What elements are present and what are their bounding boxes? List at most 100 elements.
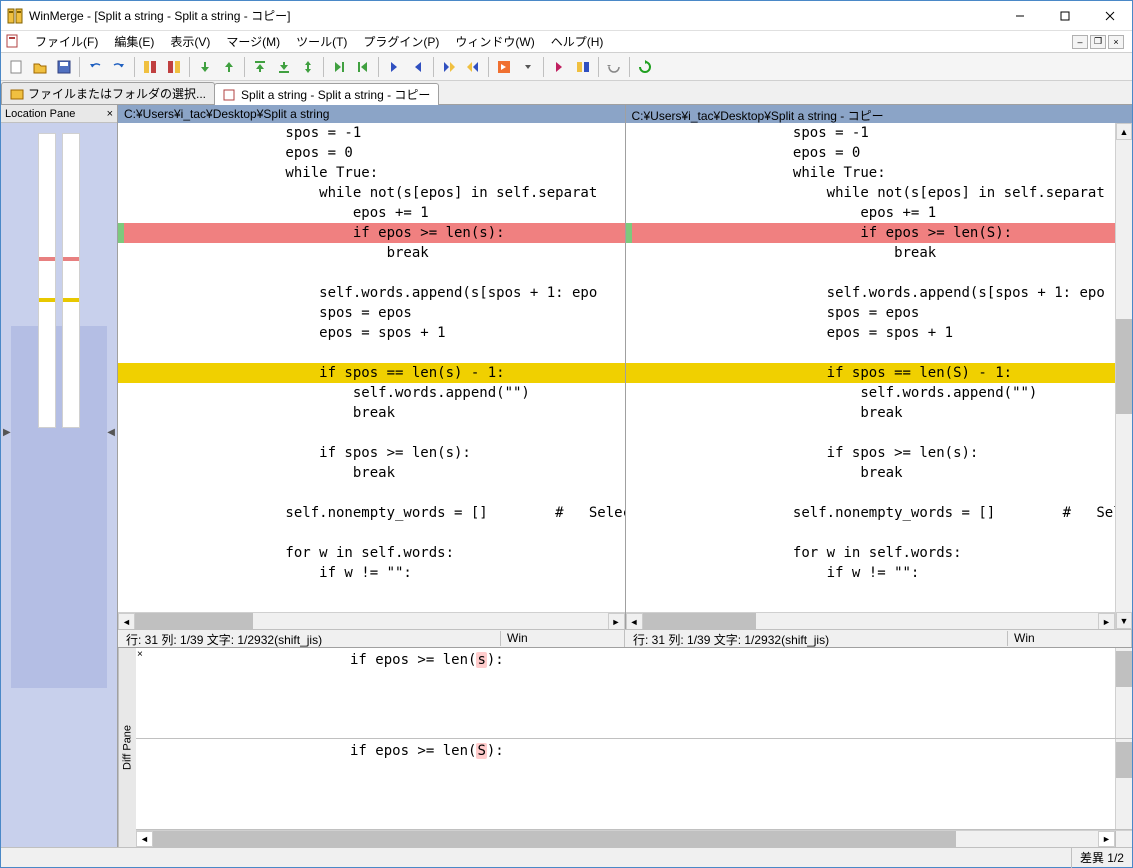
- redo-icon[interactable]: [108, 56, 130, 78]
- code-line[interactable]: if w != "":: [626, 563, 1116, 583]
- prev-diff-icon[interactable]: [218, 56, 240, 78]
- code-line[interactable]: [626, 483, 1116, 503]
- scroll-left-icon[interactable]: ◄: [626, 613, 643, 629]
- mdi-restore-button[interactable]: ❐: [1090, 35, 1106, 49]
- code-line[interactable]: epos += 1: [118, 203, 625, 223]
- menu-file[interactable]: ファイル(F): [27, 31, 106, 52]
- hscroll-thumb[interactable]: [135, 613, 253, 629]
- left-hscroll[interactable]: ◄ ►: [118, 612, 625, 629]
- all-right-icon[interactable]: [493, 56, 515, 78]
- auto-merge-icon[interactable]: [548, 56, 570, 78]
- new-icon[interactable]: [5, 56, 27, 78]
- code-line[interactable]: [626, 523, 1116, 543]
- code-line[interactable]: if epos >= len(S):: [626, 223, 1116, 243]
- right-vscroll[interactable]: ▲ ▼: [1115, 123, 1132, 629]
- hscroll-thumb[interactable]: [643, 613, 757, 629]
- code-line[interactable]: break: [626, 463, 1116, 483]
- left-pane-header[interactable]: C:¥Users¥i_tac¥Desktop¥Split a string: [118, 105, 625, 123]
- code-line[interactable]: epos = spos + 1: [626, 323, 1116, 343]
- open-icon[interactable]: [29, 56, 51, 78]
- save-icon[interactable]: [53, 56, 75, 78]
- code-line[interactable]: break: [626, 243, 1116, 263]
- code-line[interactable]: while not(s[epos] in self.separat: [118, 183, 625, 203]
- right-pane-header[interactable]: C:¥Users¥i_tac¥Desktop¥Split a string - …: [626, 105, 1133, 123]
- code-line[interactable]: spos = epos: [626, 303, 1116, 323]
- code-line[interactable]: while not(s[epos] in self.separat: [626, 183, 1116, 203]
- code-line[interactable]: break: [626, 403, 1116, 423]
- auto-merge2-icon[interactable]: [572, 56, 594, 78]
- diff-vscroll[interactable]: [1115, 739, 1132, 829]
- code-line[interactable]: if spos == len(s) - 1:: [118, 363, 625, 383]
- mdi-minimize-button[interactable]: –: [1072, 35, 1088, 49]
- mdi-close-button[interactable]: ×: [1108, 35, 1124, 49]
- refresh-icon[interactable]: [634, 56, 656, 78]
- tab-file-select[interactable]: ファイルまたはフォルダの選択...: [1, 82, 215, 104]
- diff-prev-icon[interactable]: [139, 56, 161, 78]
- code-line[interactable]: [626, 343, 1116, 363]
- code-line[interactable]: if w != "":: [118, 563, 625, 583]
- code-line[interactable]: spos = -1: [118, 123, 625, 143]
- code-line[interactable]: [118, 523, 625, 543]
- right-code-area[interactable]: spos = -1 epos = 0 while True: while not…: [626, 123, 1116, 612]
- code-line[interactable]: while True:: [118, 163, 625, 183]
- diff-code-top[interactable]: if epos >= len(s):: [150, 648, 1115, 738]
- location-right-bar[interactable]: [62, 133, 80, 428]
- code-line[interactable]: while True:: [626, 163, 1116, 183]
- code-line[interactable]: if spos >= len(s):: [118, 443, 625, 463]
- first-diff-icon[interactable]: [249, 56, 271, 78]
- diff-next-icon[interactable]: [163, 56, 185, 78]
- copy-left-all-icon[interactable]: [352, 56, 374, 78]
- copy-right-icon[interactable]: [383, 56, 405, 78]
- code-line[interactable]: spos = -1: [626, 123, 1116, 143]
- diff-pane-close-icon[interactable]: ×: [136, 648, 150, 738]
- code-line[interactable]: epos += 1: [626, 203, 1116, 223]
- location-viewport[interactable]: [11, 326, 107, 688]
- menu-tools[interactable]: ツール(T): [288, 31, 355, 52]
- menu-view[interactable]: 表示(V): [162, 31, 218, 52]
- code-line[interactable]: self.words.append(""): [626, 383, 1116, 403]
- code-line[interactable]: [118, 423, 625, 443]
- code-line[interactable]: for w in self.words:: [118, 543, 625, 563]
- menu-plugins[interactable]: プラグイン(P): [355, 31, 447, 52]
- copy-right-all-icon[interactable]: [328, 56, 350, 78]
- code-line[interactable]: epos = spos + 1: [118, 323, 625, 343]
- close-button[interactable]: [1087, 1, 1132, 30]
- menu-merge[interactable]: マージ(M): [218, 31, 288, 52]
- scroll-down-icon[interactable]: ▼: [1116, 612, 1132, 629]
- diff-hscroll[interactable]: ◄ ►: [136, 830, 1132, 847]
- undo-icon[interactable]: [84, 56, 106, 78]
- code-line[interactable]: self.words.append(s[spos + 1: epo: [626, 283, 1116, 303]
- scroll-right-icon[interactable]: ►: [1098, 613, 1115, 629]
- code-line[interactable]: spos = epos: [118, 303, 625, 323]
- scroll-up-icon[interactable]: ▲: [1116, 123, 1132, 140]
- copy-right-advance-icon[interactable]: [438, 56, 460, 78]
- menu-window[interactable]: ウィンドウ(W): [447, 31, 542, 52]
- code-line[interactable]: self.nonempty_words = [] # Selec: [626, 503, 1116, 523]
- location-pane-body[interactable]: ▶ ◀: [1, 123, 117, 847]
- left-code-area[interactable]: spos = -1 epos = 0 while True: while not…: [118, 123, 625, 612]
- scroll-right-icon[interactable]: ►: [1098, 831, 1115, 847]
- code-line[interactable]: self.nonempty_words = [] # Selec: [118, 503, 625, 523]
- next-diff-icon[interactable]: [194, 56, 216, 78]
- maximize-button[interactable]: [1042, 1, 1087, 30]
- diff-vscroll[interactable]: [1115, 648, 1132, 738]
- tab-compare-active[interactable]: Split a string - Split a string - コピー: [214, 83, 439, 105]
- minimize-button[interactable]: [997, 1, 1042, 30]
- undo-merge-icon[interactable]: [603, 56, 625, 78]
- code-line[interactable]: [118, 343, 625, 363]
- scroll-left-icon[interactable]: ◄: [118, 613, 135, 629]
- vscroll-thumb[interactable]: [1116, 319, 1132, 413]
- code-line[interactable]: break: [118, 463, 625, 483]
- copy-left-advance-icon[interactable]: [462, 56, 484, 78]
- code-line[interactable]: [626, 423, 1116, 443]
- code-line[interactable]: if spos == len(S) - 1:: [626, 363, 1116, 383]
- code-line[interactable]: for w in self.words:: [626, 543, 1116, 563]
- code-line[interactable]: break: [118, 403, 625, 423]
- current-diff-icon[interactable]: [297, 56, 319, 78]
- scroll-left-icon[interactable]: ◄: [136, 831, 153, 847]
- close-icon[interactable]: ×: [107, 108, 113, 120]
- code-line[interactable]: [118, 263, 625, 283]
- code-line[interactable]: epos = 0: [626, 143, 1116, 163]
- code-line[interactable]: [118, 483, 625, 503]
- menu-edit[interactable]: 編集(E): [106, 31, 162, 52]
